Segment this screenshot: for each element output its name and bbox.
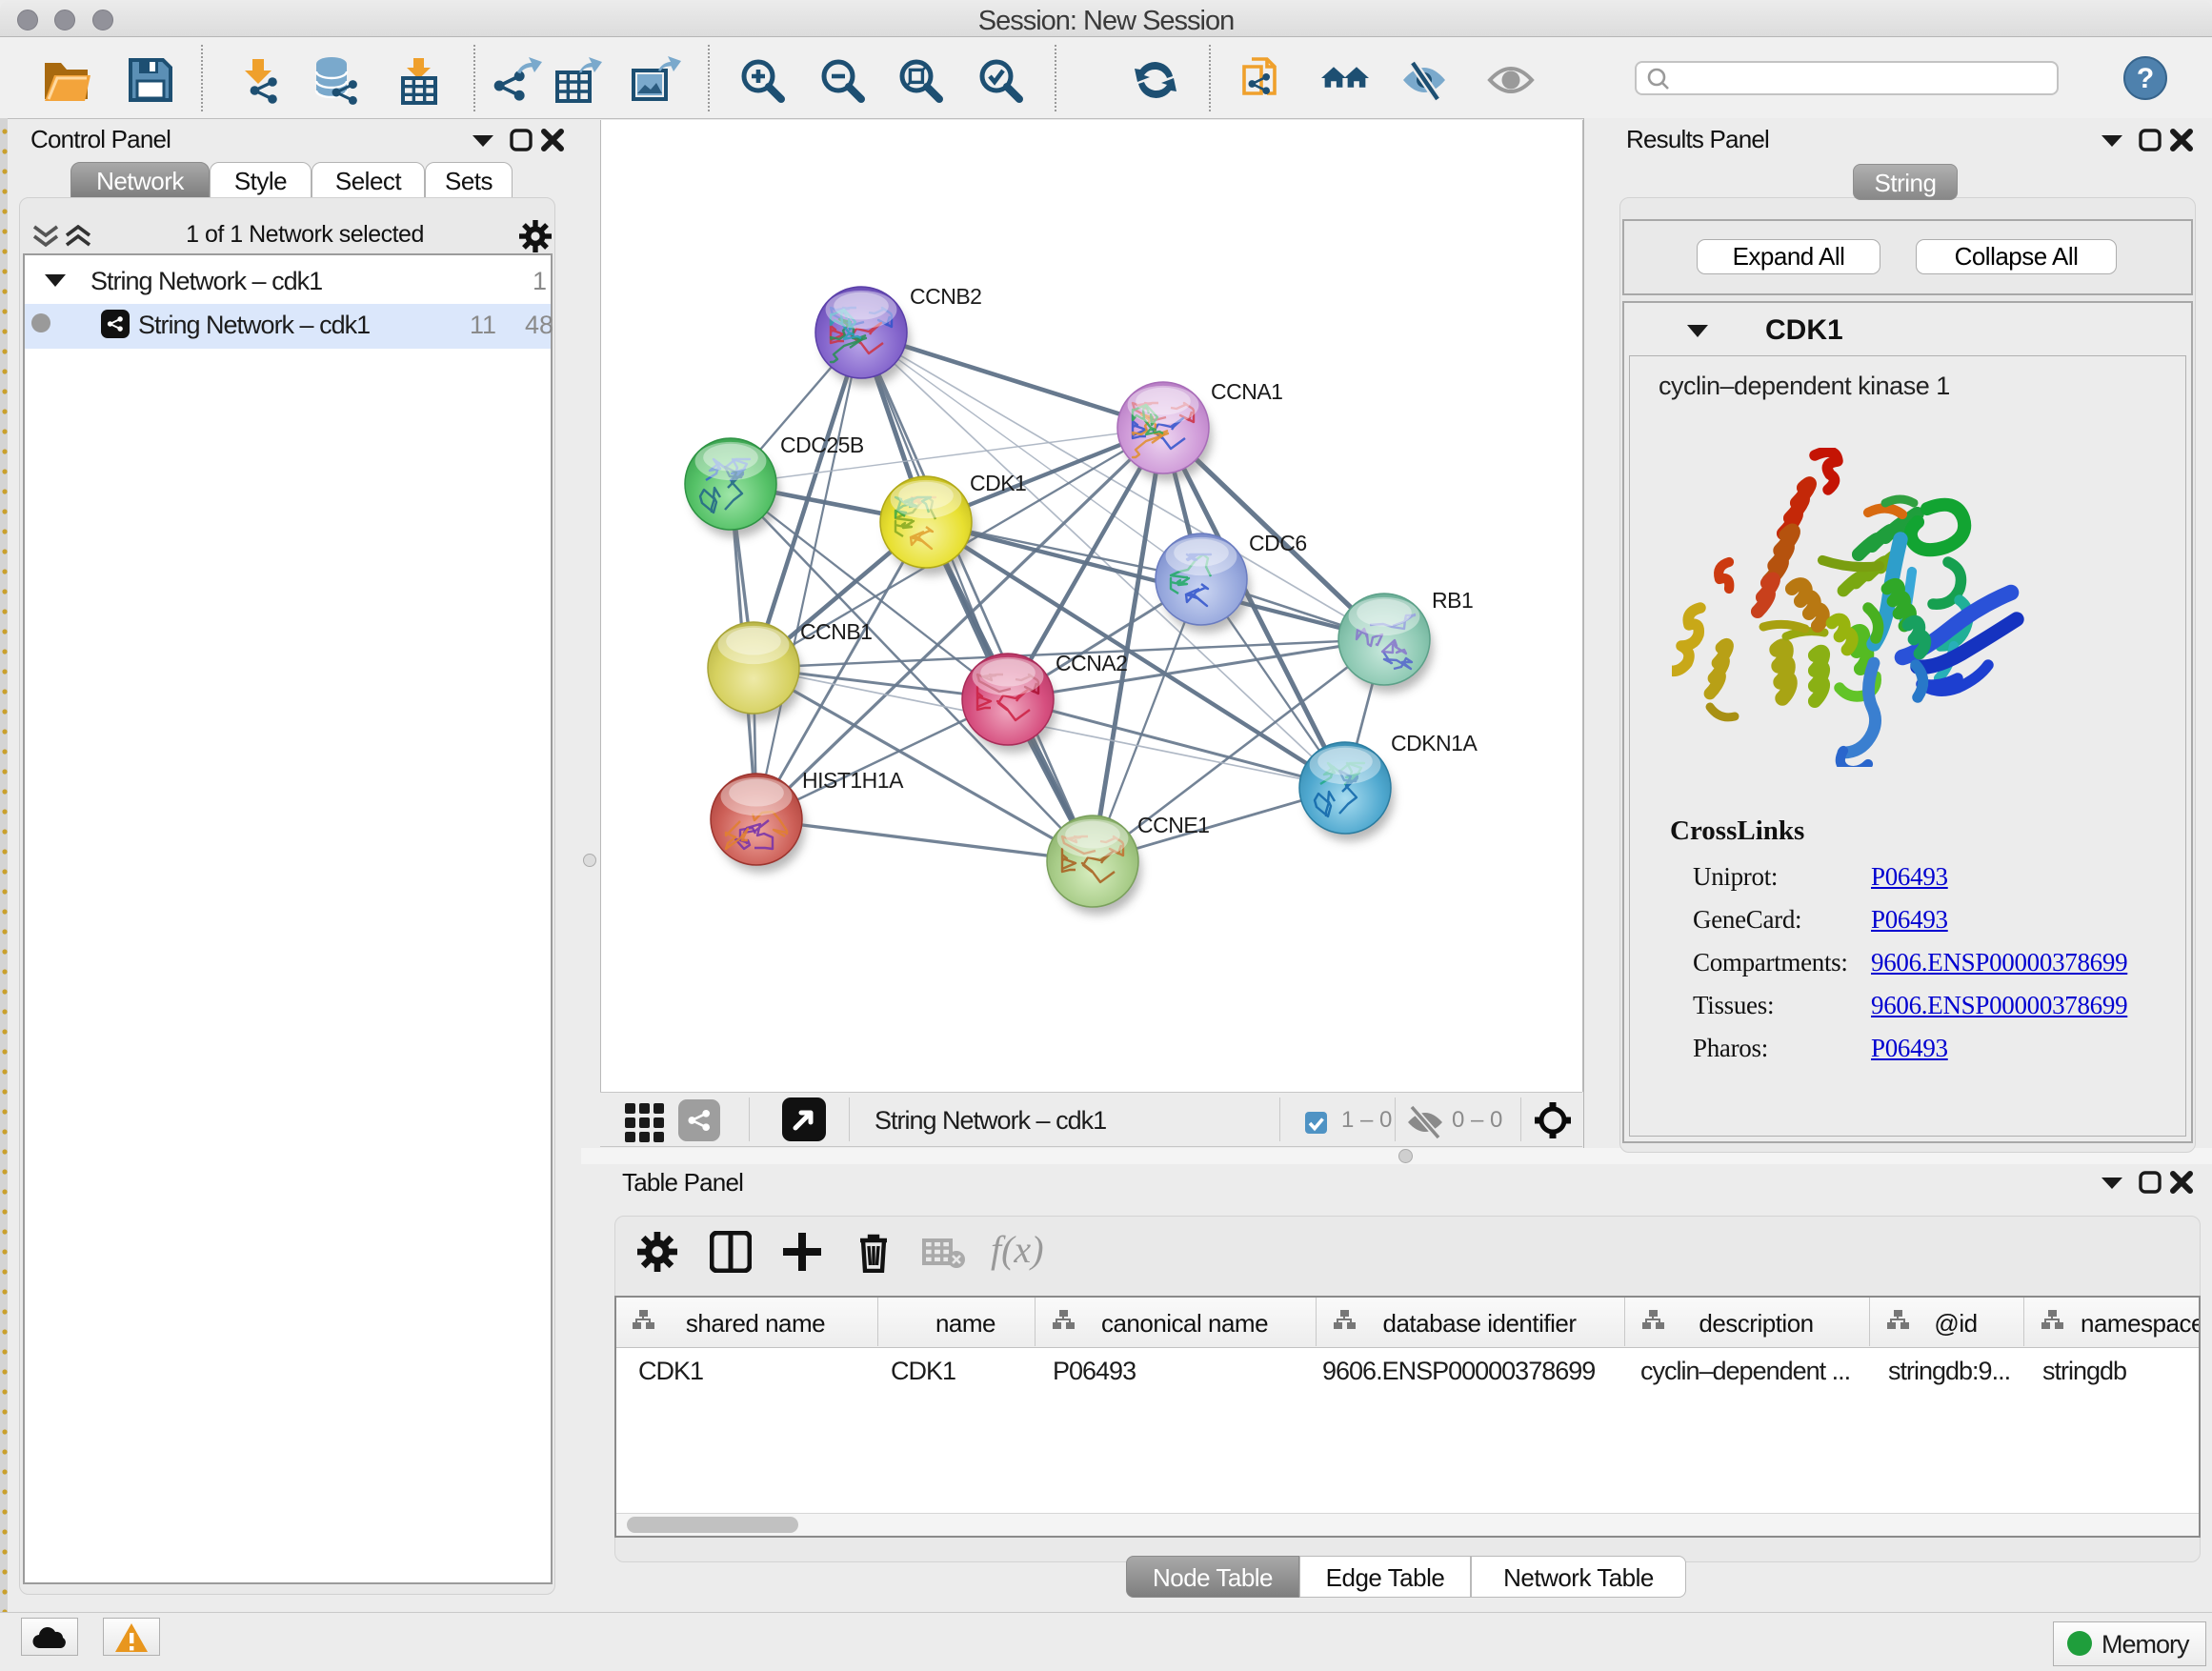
svg-text:RB1: RB1 — [1432, 588, 1473, 613]
svg-text:HIST1H1A: HIST1H1A — [802, 768, 904, 793]
svg-text:CCNE1: CCNE1 — [1137, 813, 1209, 837]
svg-text:CCNA1: CCNA1 — [1211, 379, 1282, 404]
svg-text:CDKN1A: CDKN1A — [1391, 731, 1478, 755]
svg-text:CDK1: CDK1 — [970, 471, 1026, 495]
svg-text:?: ? — [2137, 63, 2154, 94]
svg-text:CCNA2: CCNA2 — [1056, 651, 1127, 675]
svg-text:CDC25B: CDC25B — [780, 433, 864, 457]
svg-text:CCNB2: CCNB2 — [910, 284, 981, 309]
svg-text:CDC6: CDC6 — [1249, 531, 1307, 555]
svg-text:CCNB1: CCNB1 — [800, 619, 872, 644]
